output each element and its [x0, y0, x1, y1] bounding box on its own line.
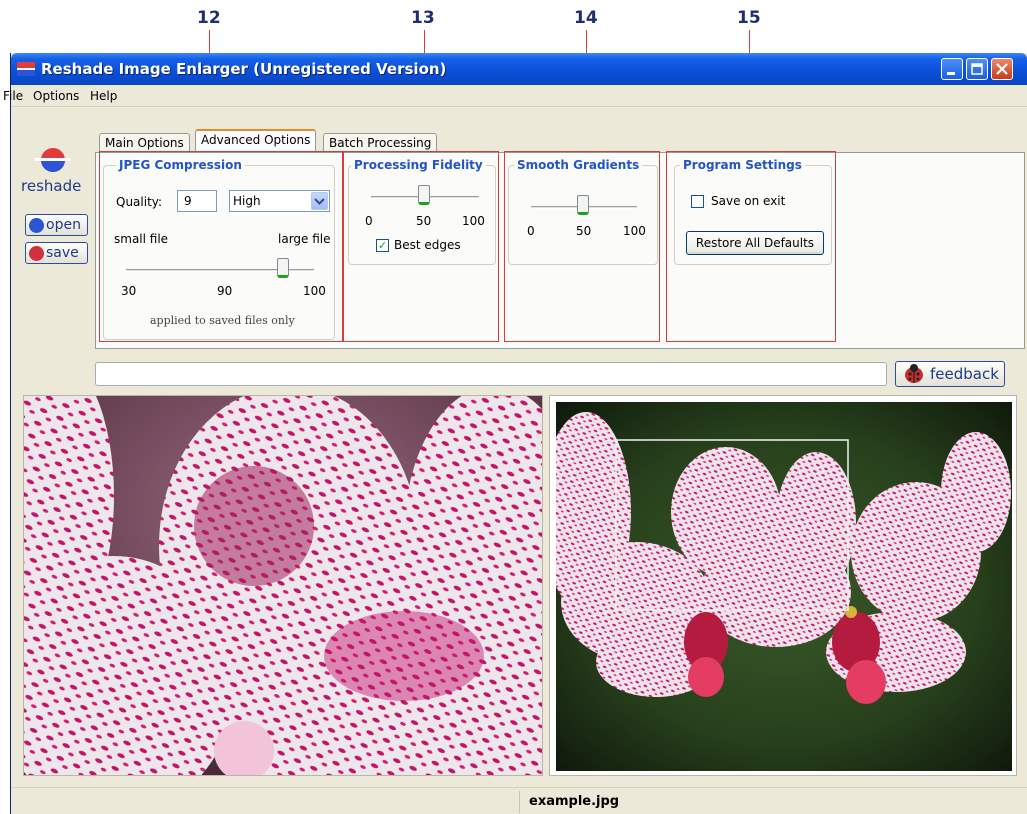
close-button[interactable] [991, 58, 1013, 80]
enlarged-preview-pane[interactable] [23, 395, 543, 776]
callout-13: 13 [411, 8, 435, 28]
open-icon [29, 218, 44, 233]
app-window: Reshade Image Enlarger (Unregistered Ver… [3, 53, 1027, 814]
menu-help[interactable]: Help [90, 89, 117, 103]
highlight-box-14 [504, 151, 660, 342]
maximize-button[interactable] [966, 58, 988, 80]
menu-file[interactable]: File [3, 89, 23, 103]
logo-text: reshade [21, 177, 82, 195]
orchid-closeup-image [24, 396, 542, 775]
ladybug-icon [905, 364, 923, 383]
minimize-icon [947, 72, 955, 75]
close-icon [996, 63, 1008, 75]
save-button[interactable]: save [25, 242, 88, 264]
menu-options[interactable]: Options [33, 89, 79, 103]
status-bar: example.jpg [11, 787, 1027, 814]
highlight-box-13 [343, 151, 499, 342]
progress-bar [95, 362, 887, 386]
callout-14: 14 [574, 8, 598, 28]
status-separator [519, 791, 520, 813]
tab-advanced-options[interactable]: Advanced Options [195, 129, 317, 152]
original-preview-pane[interactable] [549, 395, 1017, 776]
minimize-button[interactable] [941, 58, 963, 80]
reshade-app-icon [17, 62, 35, 76]
menu-bar: File Options Help [3, 85, 1027, 107]
title-bar[interactable]: Reshade Image Enlarger (Unregistered Ver… [11, 53, 1027, 85]
open-label: open [46, 217, 81, 233]
maximize-icon [971, 63, 983, 75]
save-icon [29, 246, 44, 261]
advanced-options-panel: JPEG Compression Quality: 9 High small f… [95, 151, 1025, 349]
highlight-box-12 [99, 151, 343, 342]
open-button[interactable]: open [25, 214, 88, 236]
save-label: save [46, 245, 79, 261]
status-filename: example.jpg [529, 794, 620, 809]
reshade-logo-icon [35, 148, 71, 172]
callout-15: 15 [737, 8, 761, 28]
feedback-button[interactable]: feedback [895, 361, 1005, 387]
feedback-label: feedback [930, 365, 999, 383]
orchid-full-image [556, 402, 1012, 771]
window-title: Reshade Image Enlarger (Unregistered Ver… [41, 60, 447, 78]
callout-12: 12 [197, 8, 221, 28]
highlight-box-15 [666, 151, 836, 342]
